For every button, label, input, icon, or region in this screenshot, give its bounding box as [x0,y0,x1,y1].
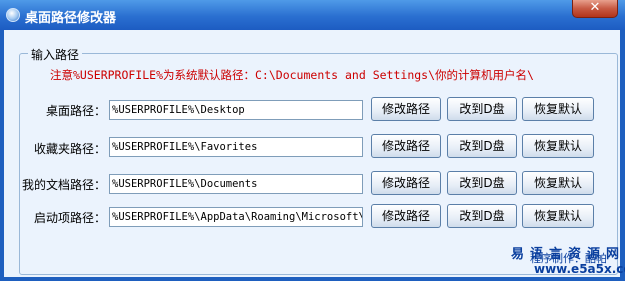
desktop-modify-button[interactable]: 修改路径 [371,97,441,121]
title-bar: 桌面路径修改器 ✕ [0,0,625,30]
favorites-path-input[interactable]: %USERPROFILE%\Favorites [109,137,363,157]
startup-path-input[interactable]: %USERPROFILE%\AppData\Roaming\Microsoft\… [109,207,363,227]
documents-path-input[interactable]: %USERPROFILE%\Documents [109,174,363,194]
desktop-restore-button[interactable]: 恢复默认 [522,97,594,121]
startup-modify-button[interactable]: 修改路径 [371,204,441,228]
app-window: 桌面路径修改器 ✕ 输入路径 注意%USERPROFILE%为系统默认路径：C:… [0,0,625,281]
favorites-restore-button[interactable]: 恢复默认 [522,134,594,158]
startup-path-label: 启动项路径： [33,211,106,225]
desktop-path-label: 桌面路径： [45,104,106,118]
startup-restore-button[interactable]: 恢复默认 [522,204,594,228]
input-path-group [19,53,618,275]
default-path-notice: 注意%USERPROFILE%为系统默认路径：C:\Documents and … [50,68,534,82]
close-button[interactable]: ✕ [572,0,618,18]
documents-modify-button[interactable]: 修改路径 [371,171,441,195]
startup-to-d-button[interactable]: 改到D盘 [447,204,517,228]
desktop-to-d-button[interactable]: 改到D盘 [447,97,517,121]
favorites-modify-button[interactable]: 修改路径 [371,134,441,158]
documents-to-d-button[interactable]: 改到D盘 [447,171,517,195]
documents-restore-button[interactable]: 恢复默认 [522,171,594,195]
app-icon [6,8,20,22]
window-title: 桌面路径修改器 [25,11,117,26]
client-area: 输入路径 注意%USERPROFILE%为系统默认路径：C:\Documents… [4,30,620,277]
favorites-path-label: 收藏夹路径： [33,142,106,156]
group-legend: 输入路径 [28,46,83,63]
site-watermark: www.e5a5x.com [534,262,625,276]
desktop-path-input[interactable]: %USERPROFILE%\Desktop [109,100,363,120]
favorites-to-d-button[interactable]: 改到D盘 [447,134,517,158]
documents-path-label: 我的文档路径： [21,178,106,192]
